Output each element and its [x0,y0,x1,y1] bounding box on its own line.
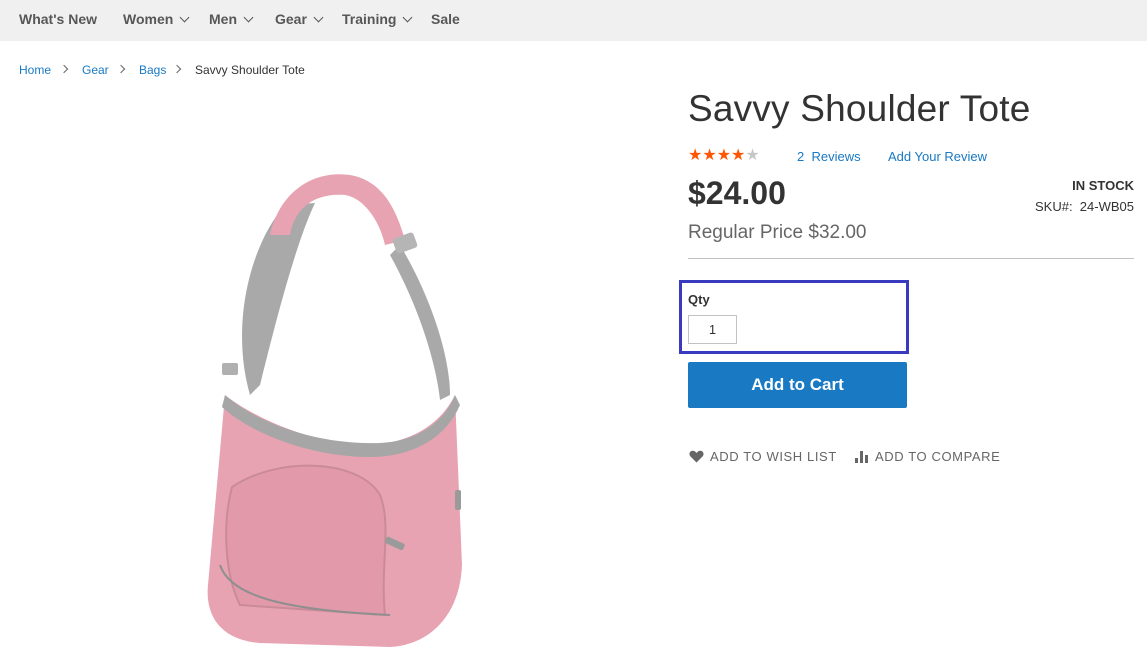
nav-item-women[interactable]: Women [123,0,190,41]
reviews-count: 2 [797,149,805,164]
nav-item-label: Sale [431,11,460,27]
compare-label: ADD TO COMPARE [875,449,1001,464]
stock-status: IN STOCK [1072,178,1134,193]
nav-item-label: What's New [19,11,98,27]
qty-label: Qty [688,292,710,307]
breadcrumb-home[interactable]: Home [19,63,51,77]
star-filled-icon: ★ [688,147,703,164]
chevron-right-icon [59,64,69,74]
qty-input[interactable] [688,315,737,344]
bar-chart-icon [855,450,869,463]
heart-icon [689,450,704,463]
rating-stars: ★★★★★ [688,146,760,166]
add-review-link[interactable]: Add Your Review [888,149,987,164]
regular-price: Regular Price $32.00 [688,222,867,243]
sku-value: 24-WB05 [1079,199,1134,214]
breadcrumb-current: Savvy Shoulder Tote [195,63,305,77]
add-to-compare-link[interactable]: ADD TO COMPARE [855,449,1000,464]
add-to-wishlist-link[interactable]: ADD TO WISH LIST [689,449,837,464]
product-title: Savvy Shoulder Tote [688,88,1031,129]
chevron-down-icon [179,12,190,23]
reviews-word: Reviews [811,149,861,164]
nav-item-training[interactable]: Training [342,0,413,41]
reviews-link[interactable]: 2 Reviews [797,149,861,164]
nav-item-men[interactable]: Men [209,0,254,41]
divider [688,258,1134,259]
product-price: $24.00 [688,175,786,211]
nav-item-label: Gear [275,11,307,27]
sku-label: SKU#: [1034,199,1073,214]
nav-item-sale[interactable]: Sale [431,0,460,41]
star-filled-icon: ★ [716,147,732,164]
nav-item-label: Men [209,11,237,27]
nav-item-label: Women [123,11,174,27]
star-filled-icon: ★ [702,147,717,164]
chevron-down-icon [403,12,413,23]
star-filled-icon: ★ [731,147,746,164]
shoulder-tote-bag-illustration [207,174,462,647]
wishlist-label: ADD TO WISH LIST [710,449,837,464]
breadcrumb-gear[interactable]: Gear [82,63,109,77]
chevron-down-icon [313,12,324,23]
breadcrumb-bags[interactable]: Bags [139,63,166,77]
star-empty-icon: ★ [745,147,760,164]
product-image[interactable] [110,95,580,650]
nav-item-label: Training [342,11,397,27]
chevron-down-icon [243,12,254,23]
top-navigation: What's New Women Men Gear Training Sale [0,0,1147,41]
sku: SKU#: 24-WB05 [1035,199,1134,214]
nav-item-whats-new[interactable]: What's New [19,0,97,41]
add-to-cart-button[interactable]: Add to Cart [688,362,907,408]
chevron-right-icon [116,64,126,74]
nav-item-gear[interactable]: Gear [275,0,324,41]
chevron-right-icon [172,64,182,74]
